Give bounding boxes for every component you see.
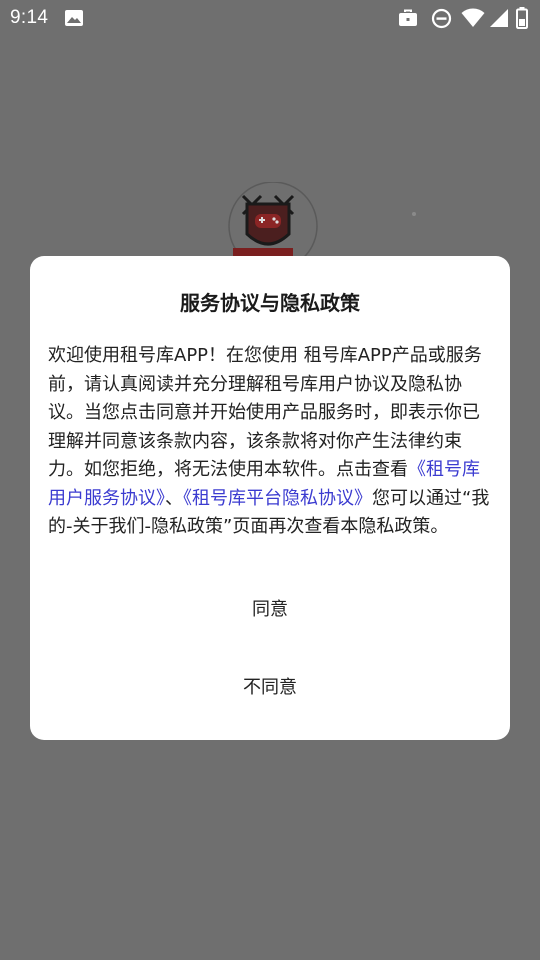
disagree-button[interactable]: 不同意: [30, 663, 510, 713]
battery-icon: [516, 7, 528, 33]
briefcase-icon: [398, 9, 418, 31]
dialog-title: 服务协议与隐私政策: [180, 291, 360, 315]
wifi-icon: [461, 8, 485, 32]
splash-dot: [412, 212, 416, 216]
status-bar: 9:14: [0, 0, 540, 36]
dialog-body-separator: 、: [165, 487, 183, 509]
do-not-disturb-icon: [431, 8, 452, 33]
dialog-body: 欢迎使用租号库APP！在您使用 租号库APP产品或服务前，请认真阅读并充分理解租…: [48, 342, 494, 542]
agree-button[interactable]: 同意: [30, 585, 510, 635]
status-time: 9:14: [10, 7, 49, 28]
privacy-policy-dialog: 服务协议与隐私政策 欢迎使用租号库APP！在您使用 租号库APP产品或服务前，请…: [30, 256, 510, 740]
image-icon: [64, 9, 84, 31]
cellular-signal-icon: [489, 8, 509, 32]
privacy-agreement-link[interactable]: 《租号库平台隐私协议》: [183, 488, 372, 509]
app-logo-icon: [225, 181, 321, 271]
